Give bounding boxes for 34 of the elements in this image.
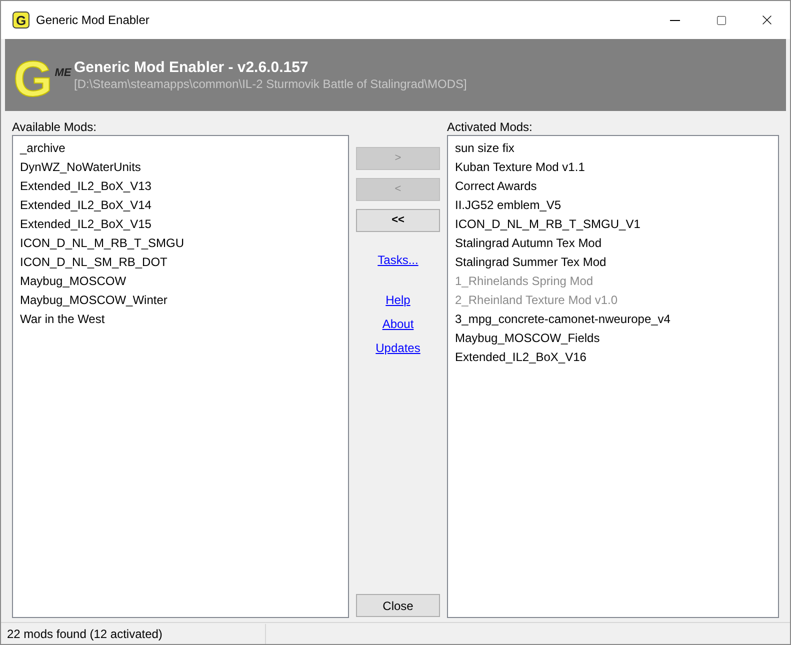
list-item[interactable]: Maybug_MOSCOW_Winter <box>13 291 348 310</box>
link[interactable]: About <box>382 316 414 332</box>
list-item[interactable]: Extended_IL2_BoX_V16 <box>448 348 778 367</box>
maximize-icon <box>716 14 726 26</box>
link[interactable]: Help <box>386 292 410 308</box>
list-label: Activated Mods: <box>447 119 534 135</box>
list-item[interactable]: ICON_D_NL_M_RB_T_SMGU_V1 <box>448 215 778 234</box>
list-item[interactable]: sun size fix <box>448 139 778 158</box>
mods-path: [D:\Steam\steamapps\common\IL-2 Sturmovik Battle of Stalingrad\MODS] <box>74 76 467 92</box>
status-text: 22 mods found (12 activated) <box>1 624 266 644</box>
list-item[interactable]: War in the West <box>13 310 348 329</box>
list-item[interactable]: 3_mpg_concrete-camonet-nweurope_v4 <box>448 310 778 329</box>
list-item[interactable]: DynWZ_NoWaterUnits <box>13 158 348 177</box>
link[interactable]: Updates <box>376 340 420 356</box>
list-item[interactable]: Stalingrad Summer Tex Mod <box>448 253 778 272</box>
move-button[interactable]: << <box>356 209 440 232</box>
list-item[interactable]: Stalingrad Autumn Tex Mod <box>448 234 778 253</box>
header-title: Generic Mod Enabler - v2.6.0.157 <box>74 58 310 76</box>
list-item[interactable]: ICON_D_NL_M_RB_T_SMGU <box>13 234 348 253</box>
list-label: Available Mods: <box>12 119 98 135</box>
list-item[interactable]: II.JG52 emblem_V5 <box>448 196 778 215</box>
close-dialog-button[interactable]: Close <box>356 594 440 617</box>
list-item[interactable]: ICON_D_NL_SM_RB_DOT <box>13 253 348 272</box>
list-item[interactable]: Maybug_MOSCOW <box>13 272 348 291</box>
list-item[interactable]: Correct Awards <box>448 177 778 196</box>
list-item[interactable]: Extended_IL2_BoX_V15 <box>13 215 348 234</box>
app-icon: G <box>12 11 30 29</box>
list-item[interactable]: Maybug_MOSCOW_Fields <box>448 329 778 348</box>
list-item[interactable]: Extended_IL2_BoX_V14 <box>13 196 348 215</box>
link[interactable]: Tasks... <box>378 252 418 268</box>
list-item[interactable]: Extended_IL2_BoX_V13 <box>13 177 348 196</box>
list-item[interactable]: _archive <box>13 139 348 158</box>
window-title: Generic Mod Enabler <box>36 12 150 29</box>
list-item[interactable]: Kuban Texture Mod v1.1 <box>448 158 778 177</box>
